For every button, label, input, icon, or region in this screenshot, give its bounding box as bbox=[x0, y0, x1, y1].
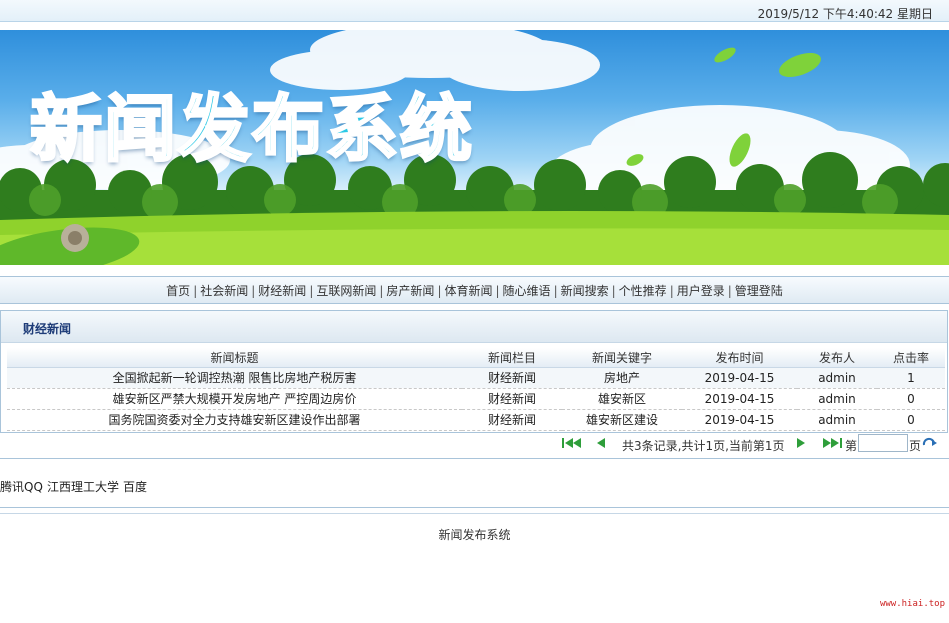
col-header-title: 新闻标题 bbox=[7, 348, 462, 368]
current-datetime: 2019/5/12 下午4:40:42 星期日 bbox=[757, 7, 933, 21]
next-page-icon[interactable] bbox=[796, 436, 806, 450]
news-column: 财经新闻 bbox=[462, 409, 562, 431]
footer-divider bbox=[0, 513, 949, 514]
col-header-column: 新闻栏目 bbox=[462, 348, 562, 368]
news-panel: 财经新闻 新闻标题 新闻栏目 新闻关键字 发布时间 发布人 点击率 全国掀起新一… bbox=[0, 310, 948, 433]
news-table: 新闻标题 新闻栏目 新闻关键字 发布时间 发布人 点击率 全国掀起新一轮调控热潮… bbox=[7, 348, 945, 431]
panel-title: 财经新闻 bbox=[23, 322, 72, 336]
goto-page-prefix: 第 bbox=[845, 439, 858, 453]
goto-page-suffix: 页 bbox=[909, 439, 922, 453]
nav-item-admin-login[interactable]: 管理登陆 bbox=[735, 284, 783, 298]
news-title-link[interactable]: 雄安新区严禁大规模开发房地产 严控周边房价 bbox=[7, 388, 462, 410]
pagination-info: 共3条记录,共计1页,当前第1页 bbox=[622, 439, 785, 453]
table-row: 雄安新区严禁大规模开发房地产 严控周边房价 财经新闻 雄安新区 2019-04-… bbox=[7, 388, 945, 410]
table-row: 全国掀起新一轮调控热潮 限售比房地产税厉害 财经新闻 房地产 2019-04-1… bbox=[7, 367, 945, 389]
prev-page-icon[interactable] bbox=[596, 436, 606, 450]
pagination-bar: 共3条记录,共计1页,当前第1页 第 页 bbox=[0, 433, 949, 455]
panel-header: 财经新闻 bbox=[1, 311, 947, 343]
table-header-row: 新闻标题 新闻栏目 新闻关键字 发布时间 发布人 点击率 bbox=[7, 348, 945, 368]
first-page-icon[interactable] bbox=[562, 436, 582, 450]
news-date: 2019-04-15 bbox=[682, 388, 797, 410]
banner: 新闻发布系统 bbox=[0, 30, 949, 265]
news-clicks: 0 bbox=[877, 409, 945, 431]
footer-text: 新闻发布系统 bbox=[438, 528, 511, 542]
news-title-link[interactable]: 国务院国资委对全力支持雄安新区建设作出部署 bbox=[7, 409, 462, 431]
news-publisher: admin bbox=[797, 367, 877, 389]
nav-item-recommend[interactable]: 个性推荐 bbox=[619, 284, 667, 298]
nav-item-home[interactable]: 首页 bbox=[166, 284, 190, 298]
nav-item-internet[interactable]: 互联网新闻 bbox=[316, 284, 376, 298]
nav-item-user-login[interactable]: 用户登录 bbox=[677, 284, 725, 298]
news-date: 2019-04-15 bbox=[682, 367, 797, 389]
col-header-date: 发布时间 bbox=[682, 348, 797, 368]
last-page-icon[interactable] bbox=[822, 436, 842, 450]
news-publisher: admin bbox=[797, 388, 877, 410]
top-bar: 2019/5/12 下午4:40:42 星期日 bbox=[0, 0, 949, 22]
nav-item-sports[interactable]: 体育新闻 bbox=[444, 284, 492, 298]
site-title: 新闻发布系统 bbox=[28, 86, 475, 173]
nav-item-finance[interactable]: 财经新闻 bbox=[258, 284, 306, 298]
nav-item-search[interactable]: 新闻搜索 bbox=[561, 284, 609, 298]
goto-page-input[interactable] bbox=[858, 434, 908, 452]
main-nav: 首页 | 社会新闻 | 财经新闻 | 互联网新闻 | 房产新闻 | 体育新闻 | 随心维语 | 新闻搜索 | 个… bbox=[0, 276, 949, 304]
news-keyword: 雄安新区建设 bbox=[562, 409, 682, 431]
table-row: 国务院国资委对全力支持雄安新区建设作出部署 财经新闻 雄安新区建设 2019-0… bbox=[7, 409, 945, 431]
news-date: 2019-04-15 bbox=[682, 409, 797, 431]
news-publisher: admin bbox=[797, 409, 877, 431]
col-header-clicks: 点击率 bbox=[877, 348, 945, 368]
col-header-publisher: 发布人 bbox=[797, 348, 877, 368]
nav-item-social[interactable]: 社会新闻 bbox=[200, 284, 248, 298]
news-title-link[interactable]: 全国掀起新一轮调控热潮 限售比房地产税厉害 bbox=[7, 367, 462, 389]
go-refresh-icon[interactable] bbox=[922, 436, 938, 450]
news-keyword: 雄安新区 bbox=[562, 388, 682, 410]
news-clicks: 1 bbox=[877, 367, 945, 389]
link-jxust[interactable]: 江西理工大学 bbox=[47, 478, 119, 495]
col-header-keyword: 新闻关键字 bbox=[562, 348, 682, 368]
news-clicks: 0 bbox=[877, 388, 945, 410]
nav-item-realestate[interactable]: 房产新闻 bbox=[386, 284, 434, 298]
link-tencent-qq[interactable]: 腾讯QQ bbox=[0, 478, 43, 495]
news-keyword: 房地产 bbox=[562, 367, 682, 389]
nav-item-random[interactable]: 随心维语 bbox=[503, 284, 551, 298]
news-column: 财经新闻 bbox=[462, 367, 562, 389]
news-column: 财经新闻 bbox=[462, 388, 562, 410]
friendly-links: 腾讯QQ 江西理工大学 百度 bbox=[0, 458, 949, 508]
watermark: www.hiai.top bbox=[879, 599, 945, 609]
link-baidu[interactable]: 百度 bbox=[123, 478, 147, 495]
